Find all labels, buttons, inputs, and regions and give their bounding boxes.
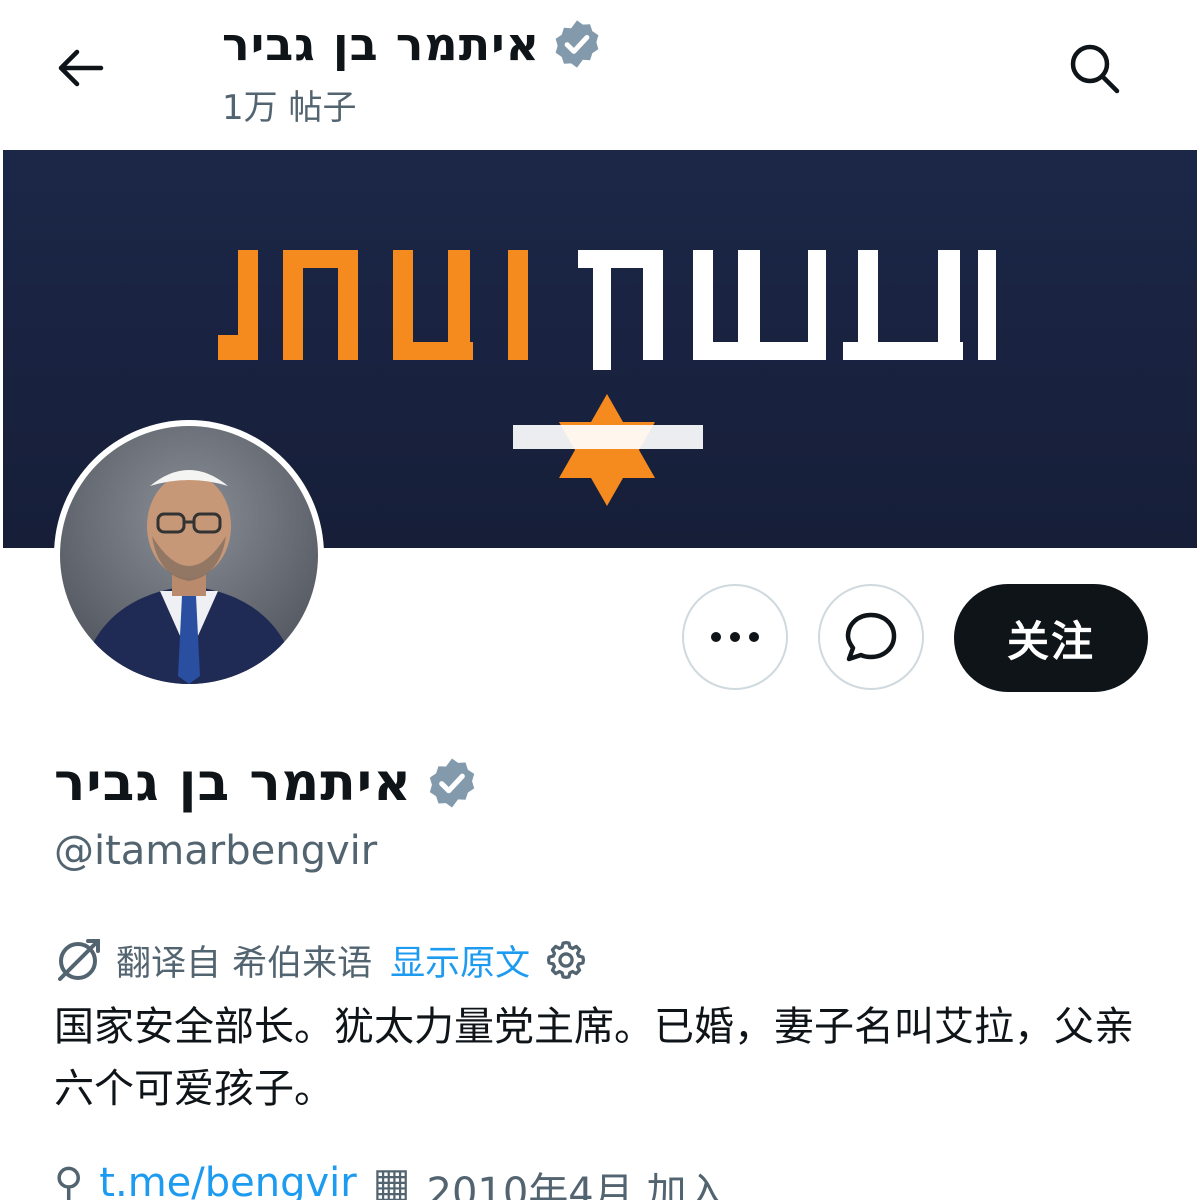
follow-button[interactable]: 关注: [954, 584, 1148, 692]
back-button[interactable]: [50, 38, 110, 98]
profile-avatar[interactable]: [54, 420, 324, 690]
more-options-button[interactable]: [682, 584, 788, 690]
verified-badge-icon: [555, 20, 599, 68]
profile-display-name: איתמר בן גביר: [54, 753, 412, 813]
verified-badge-icon[interactable]: [424, 755, 480, 811]
translated-from-label: 翻译自 希伯来语: [116, 943, 373, 984]
profile-meta-row: ⚲ t.me/bengvir ▦ 2010年4月 加入: [54, 1160, 1154, 1200]
profile-bio: 国家安全部长。犹太力量党主席。已婚，妻子名叫艾拉，父亲六个可爱孩子。: [54, 1004, 1134, 1112]
translate-icon: [58, 939, 100, 981]
back-arrow-icon: [58, 49, 104, 87]
profile-name-row: איתמר בן גביר: [54, 748, 480, 818]
calendar-icon: ▦: [372, 1160, 411, 1200]
profile-handle: @itamarbengvir: [54, 828, 378, 874]
link-icon: ⚲: [54, 1160, 84, 1200]
joined-date: 2010年4月 加入: [426, 1170, 727, 1200]
search-icon: [1070, 44, 1120, 94]
header-name: איתמר בן גביר: [222, 17, 541, 71]
top-bar: איתמר בן גביר 1万 帖子: [0, 0, 1200, 150]
posts-count: 1万 帖子: [222, 88, 357, 128]
message-icon: [845, 612, 897, 662]
message-button[interactable]: [818, 584, 924, 690]
search-button[interactable]: [1062, 36, 1126, 100]
avatar-photo: [60, 426, 318, 684]
show-original-link[interactable]: 显示原文: [390, 935, 530, 986]
header-name-row: איתמר בן גביר: [222, 14, 604, 74]
profile-website-link[interactable]: t.me/bengvir: [99, 1160, 356, 1200]
translation-row: 翻译自 希伯来语 显示原文: [54, 932, 588, 988]
more-dots-icon: [711, 632, 759, 642]
translation-settings-button[interactable]: [544, 938, 588, 982]
gear-icon: [547, 940, 586, 980]
